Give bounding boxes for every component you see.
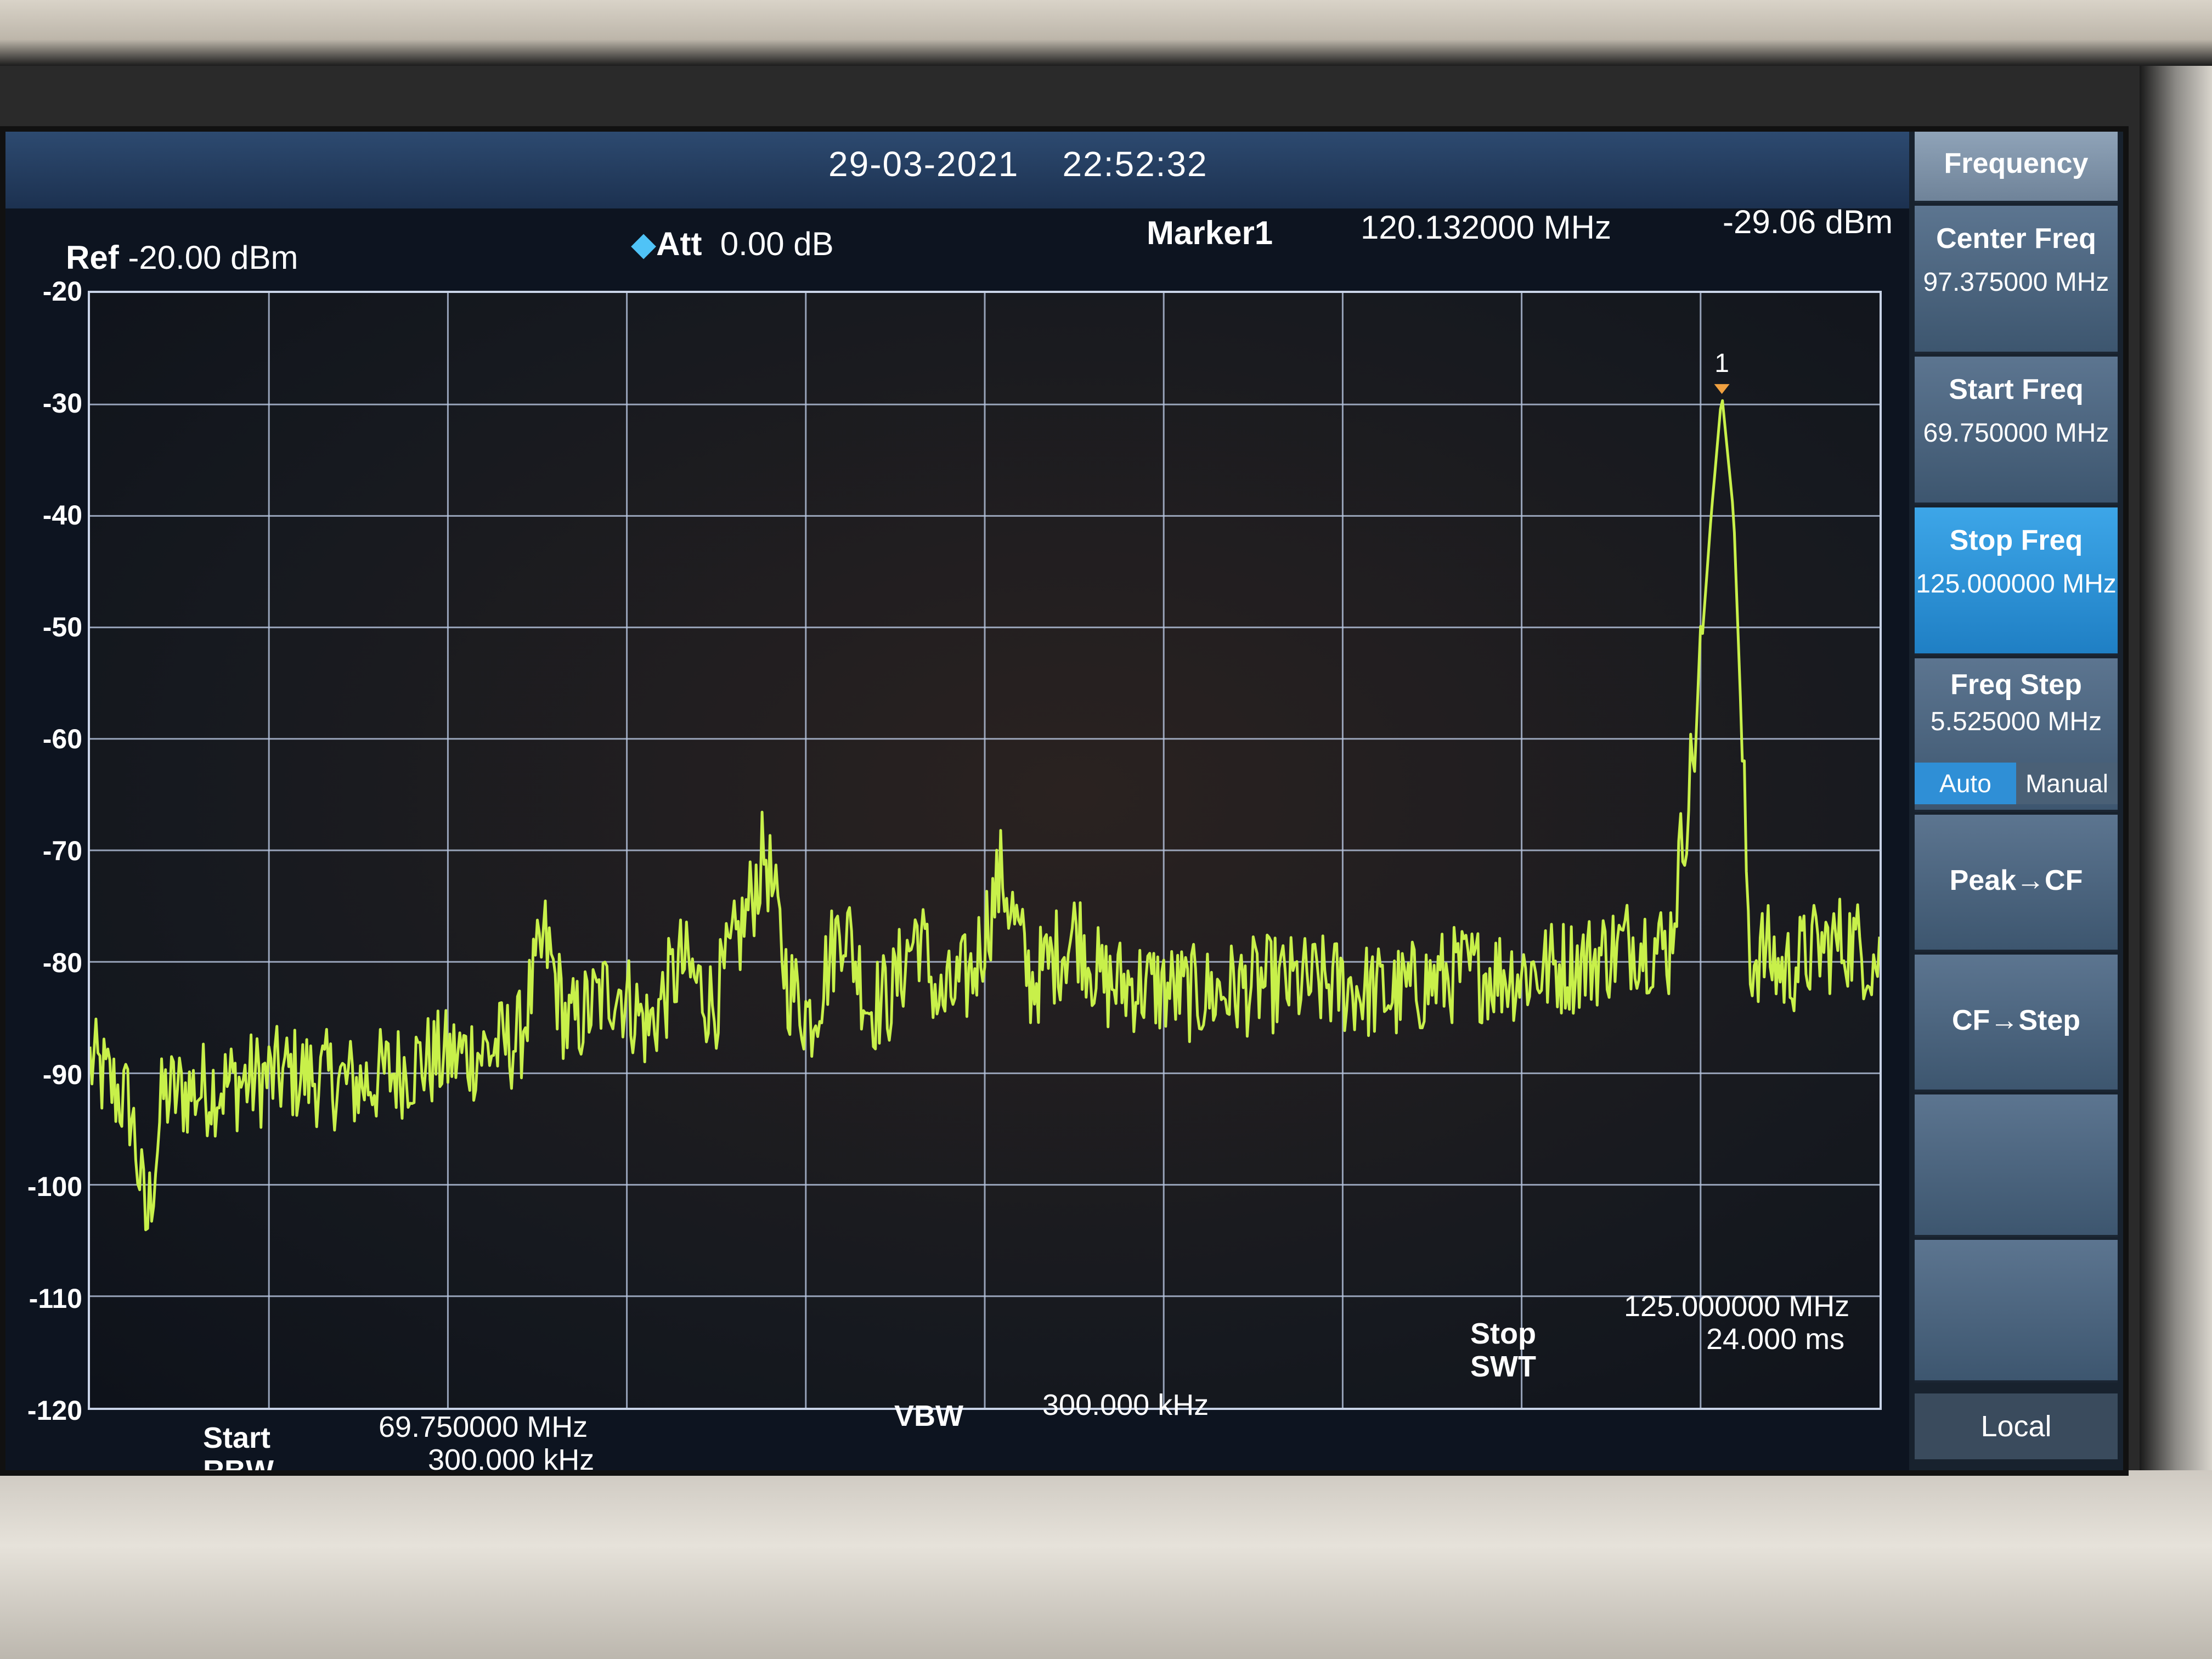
stop-freq-button[interactable]: Stop Freq 125.000000 MHz: [1915, 507, 2118, 656]
marker-frequency: 120.132000 MHz: [1361, 209, 1611, 246]
y-tick-label: -100: [27, 1171, 82, 1202]
center-freq-value: 97.375000 MHz: [1923, 268, 2109, 297]
att-value: 0.00 dB: [720, 225, 834, 262]
cf-to-step-label: CF→Step: [1952, 1005, 2080, 1036]
spectrum-svg: 1: [90, 293, 1880, 1408]
rbw-label: RBW: [203, 1454, 274, 1476]
y-tick-label: -20: [42, 276, 82, 307]
center-freq-label: Center Freq: [1936, 223, 2096, 255]
softkey-empty-2[interactable]: [1915, 1240, 2118, 1383]
vbw-value: 300.000 kHz: [1042, 1389, 1209, 1421]
analyzer-screen: 29-03-2021 22:52:32 Ref -20.00 dBm ◆Att …: [0, 126, 2129, 1476]
y-tick-label: -50: [42, 612, 82, 642]
ref-value: -20.00 dBm: [128, 239, 298, 276]
peak-to-cf-button[interactable]: Peak→CF: [1915, 815, 2118, 952]
date: 29-03-2021: [828, 144, 1019, 184]
stop-value: 125.000000 MHz: [1624, 1290, 1850, 1323]
menu-title-frequency: Frequency: [1915, 132, 2118, 203]
datetime: 29-03-2021 22:52:32: [828, 144, 1208, 184]
monitor-bezel-bottom: [0, 1470, 2212, 1659]
menu-title-label: Frequency: [1944, 148, 2089, 179]
y-tick-label: -90: [42, 1059, 82, 1090]
stop-label: Stop: [1470, 1317, 1536, 1350]
swt-label: SWT: [1470, 1350, 1536, 1383]
time: 22:52:32: [1062, 144, 1208, 184]
monitor-bezel-right: [2140, 66, 2212, 1470]
start-freq-label: Start Freq: [1949, 374, 2084, 405]
y-tick-label: -60: [42, 724, 82, 754]
marker-point[interactable]: [1714, 384, 1730, 394]
y-tick-label: -110: [29, 1283, 82, 1314]
spectrum-plot[interactable]: 1: [88, 291, 1882, 1410]
start-label: Start: [203, 1421, 271, 1454]
attenuation[interactable]: ◆Att 0.00 dB: [631, 225, 834, 263]
start-value: 69.750000 MHz: [379, 1410, 588, 1443]
marker-label-text: 1: [1714, 349, 1729, 378]
y-tick-label: -40: [42, 500, 82, 531]
freq-step-value: 5.525000 MHz: [1930, 707, 2102, 736]
stop-freq-label: Stop Freq: [1949, 524, 2083, 556]
ref-level[interactable]: Ref -20.00 dBm: [66, 239, 298, 276]
center-freq-button[interactable]: Center Freq 97.375000 MHz: [1915, 206, 2118, 354]
swt-value: 24.000 ms: [1706, 1323, 1845, 1356]
rbw-value: 300.000 kHz: [428, 1443, 595, 1476]
cf-to-step-button[interactable]: CF→Step: [1915, 955, 2118, 1092]
ref-label: Ref: [66, 239, 119, 276]
manual-option[interactable]: Manual: [2016, 763, 2118, 804]
y-tick-label: -70: [42, 836, 82, 866]
diamond-icon: ◆: [631, 225, 657, 262]
freq-step-toggle[interactable]: Auto Manual: [1915, 763, 2118, 804]
y-tick-label: -80: [42, 947, 82, 978]
auto-option[interactable]: Auto: [1915, 763, 2016, 804]
vbw-label: VBW: [894, 1400, 963, 1432]
start-freq-button[interactable]: Start Freq 69.750000 MHz: [1915, 357, 2118, 505]
marker-label: Marker1: [1147, 215, 1273, 251]
softkey-panel: Frequency Center Freq 97.375000 MHz Star…: [1909, 132, 2123, 1470]
softkey-empty-1[interactable]: [1915, 1094, 2118, 1237]
y-tick-label: -30: [42, 388, 82, 419]
marker-level: -29.06 dBm: [1723, 204, 1893, 240]
peak-to-cf-label: Peak→CF: [1949, 865, 2083, 896]
y-tick-label: -120: [27, 1395, 82, 1426]
stop-freq-value: 125.000000 MHz: [1916, 569, 2117, 599]
start-freq-value: 69.750000 MHz: [1923, 419, 2109, 448]
freq-step-label: Freq Step: [1950, 669, 2082, 701]
att-label: Att: [656, 225, 702, 262]
local-button[interactable]: Local: [1915, 1393, 2118, 1459]
monitor-bezel-top: [0, 0, 2212, 66]
status-bar: 29-03-2021 22:52:32: [5, 132, 1909, 208]
